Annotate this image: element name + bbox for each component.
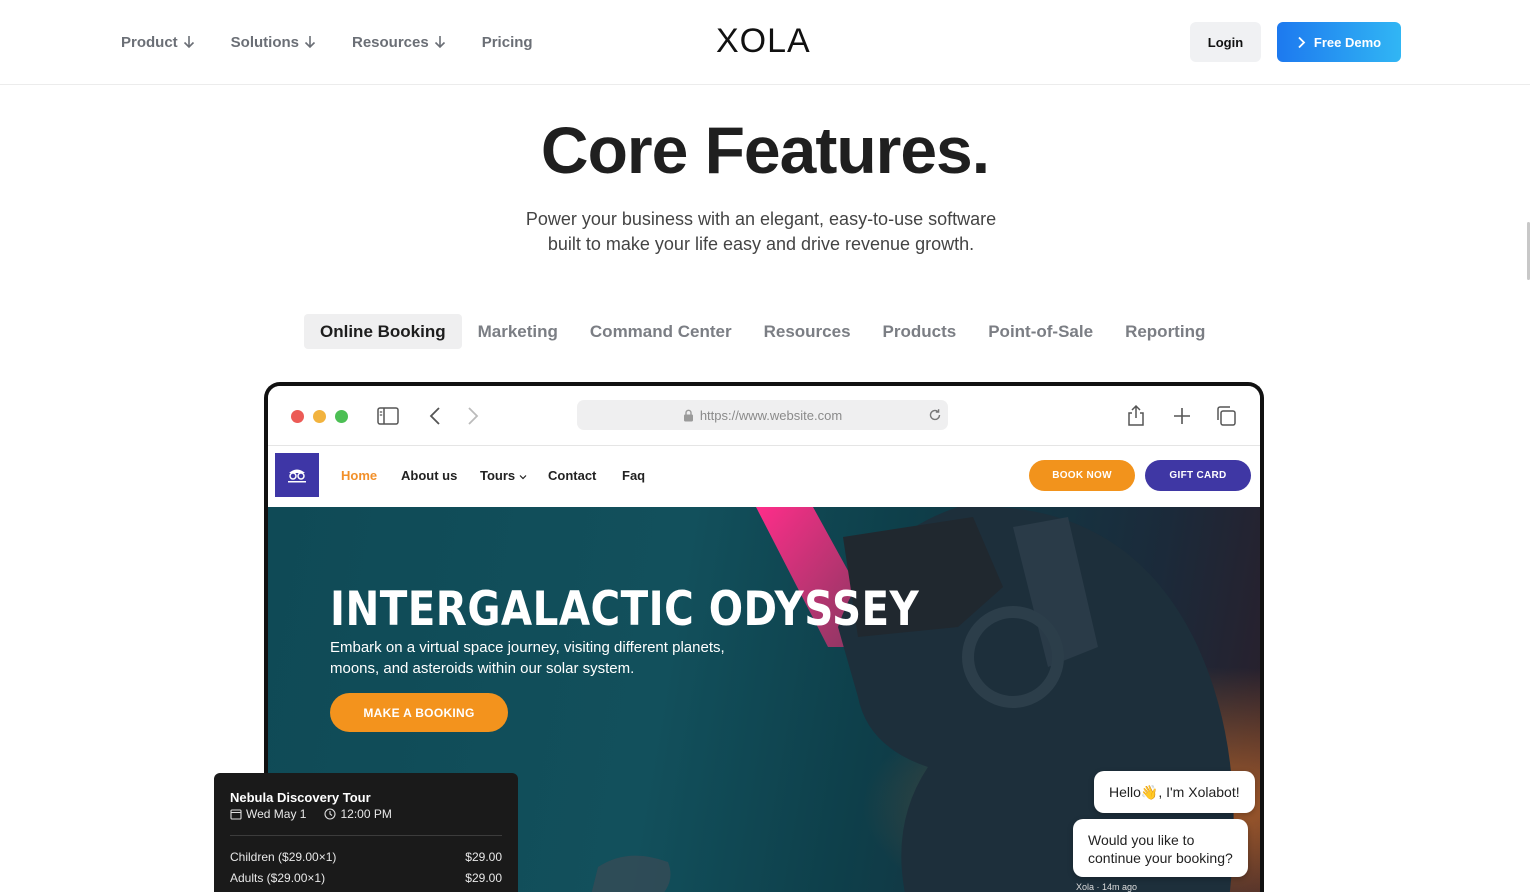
maximize-dot-icon	[335, 410, 348, 423]
tab-online-booking[interactable]: Online Booking	[304, 314, 462, 349]
clock-icon	[324, 808, 337, 820]
chat-greeting-bubble[interactable]: Hello👋, I'm Xolabot!	[1094, 771, 1255, 813]
price-row-value: $29.00	[465, 871, 502, 885]
nav-resources-label: Resources	[352, 33, 429, 51]
login-button[interactable]: Login	[1190, 22, 1261, 62]
chat-question-bubble[interactable]: Would you like to continue your booking?	[1073, 819, 1248, 877]
site-nav-about[interactable]: About us	[401, 468, 457, 483]
chat-question-line-2: continue your booking?	[1088, 850, 1233, 866]
close-dot-icon	[291, 410, 304, 423]
address-bar[interactable]: https://www.website.com	[577, 400, 948, 430]
price-row-label: Adults ($29.00×1)	[230, 871, 326, 885]
tab-point-of-sale[interactable]: Point-of-Sale	[972, 314, 1109, 349]
new-tab-icon	[1174, 408, 1190, 424]
tab-products[interactable]: Products	[867, 314, 973, 349]
price-row: Adults ($29.00×1) $29.00	[230, 871, 502, 885]
nav-resources[interactable]: Resources	[352, 30, 446, 54]
nav-pricing-label: Pricing	[481, 33, 533, 51]
price-row-value: $29.00	[465, 850, 502, 864]
main-nav: Product Solutions Resources Pricing	[121, 30, 569, 54]
arrow-down-icon	[304, 36, 316, 49]
tour-date: Wed May 1	[246, 807, 307, 821]
site-navbar: Home About us Tours Contact Faq BOOK NOW…	[268, 446, 1260, 507]
free-demo-button[interactable]: Free Demo	[1277, 22, 1401, 62]
tour-time: 12:00 PM	[340, 807, 392, 821]
card-divider	[230, 835, 502, 836]
nav-solutions-label: Solutions	[230, 33, 299, 51]
url-text: https://www.website.com	[699, 407, 843, 423]
site-hero-title: INTERGALACTIC ODYSSEY	[330, 582, 920, 637]
calendar-icon	[230, 809, 242, 820]
nav-pricing[interactable]: Pricing	[482, 30, 533, 54]
site-nav-faq[interactable]: Faq	[622, 468, 645, 483]
page-title: Core Features.	[540, 113, 990, 187]
tab-marketing[interactable]: Marketing	[462, 314, 574, 349]
chevron-down-icon	[519, 475, 527, 480]
reload-icon	[929, 409, 941, 421]
site-nav-contact[interactable]: Contact	[548, 468, 596, 483]
chevron-right-icon	[1298, 36, 1306, 48]
share-icon	[1128, 404, 1144, 426]
page-subtitle: Power your business with an elegant, eas…	[0, 207, 1522, 257]
free-demo-label: Free Demo	[1313, 34, 1382, 50]
tour-datetime: Wed May 1 12:00 PM	[230, 807, 392, 821]
price-row-label: Children ($29.00×1)	[230, 850, 337, 864]
tab-command-center[interactable]: Command Center	[574, 314, 748, 349]
site-nav-tours-label: Tours	[480, 468, 516, 483]
top-header: Product Solutions Resources Pricing XOLA…	[0, 0, 1530, 85]
tab-reporting[interactable]: Reporting	[1109, 314, 1221, 349]
chat-meta: Xola · 14m ago	[1076, 882, 1138, 892]
subtitle-line-1: Power your business with an elegant, eas…	[525, 209, 997, 229]
gift-card-button[interactable]: GIFT CARD	[1145, 460, 1251, 491]
nav-solutions[interactable]: Solutions	[231, 30, 316, 54]
make-a-booking-button[interactable]: MAKE A BOOKING	[330, 693, 508, 732]
tab-resources[interactable]: Resources	[748, 314, 867, 349]
price-row: Children ($29.00×1) $29.00	[230, 850, 502, 864]
booking-summary-card: Nebula Discovery Tour Wed May 1 12:00 PM…	[214, 773, 518, 892]
browser-toolbar: https://www.website.com	[268, 386, 1260, 446]
lock-icon	[683, 409, 693, 421]
arrow-down-icon	[434, 36, 445, 49]
minimize-dot-icon	[313, 410, 326, 423]
sidebar-icon	[377, 407, 399, 425]
nav-product[interactable]: Product	[121, 30, 195, 54]
xola-logo[interactable]: XOLA	[716, 22, 811, 61]
chat-question-line-1: Would you like to	[1088, 832, 1195, 848]
site-nav-home[interactable]: Home	[341, 468, 377, 483]
back-icon	[429, 407, 440, 425]
site-nav-tours[interactable]: Tours	[480, 468, 527, 483]
book-now-button[interactable]: BOOK NOW	[1029, 460, 1135, 491]
nav-product-label: Product	[121, 33, 178, 51]
forward-icon	[468, 407, 479, 425]
site-hero-description: Embark on a virtual space journey, visit…	[330, 639, 725, 677]
arrow-down-icon	[183, 36, 194, 49]
site-logo[interactable]	[275, 453, 319, 497]
tour-name: Nebula Discovery Tour	[230, 790, 371, 805]
vr-goggles-logo-icon	[288, 469, 306, 483]
tabs-overview-icon	[1217, 406, 1236, 426]
feature-tabs: Online Booking Marketing Command Center …	[304, 314, 1221, 349]
subtitle-line-2: built to make your life easy and drive r…	[547, 234, 975, 254]
